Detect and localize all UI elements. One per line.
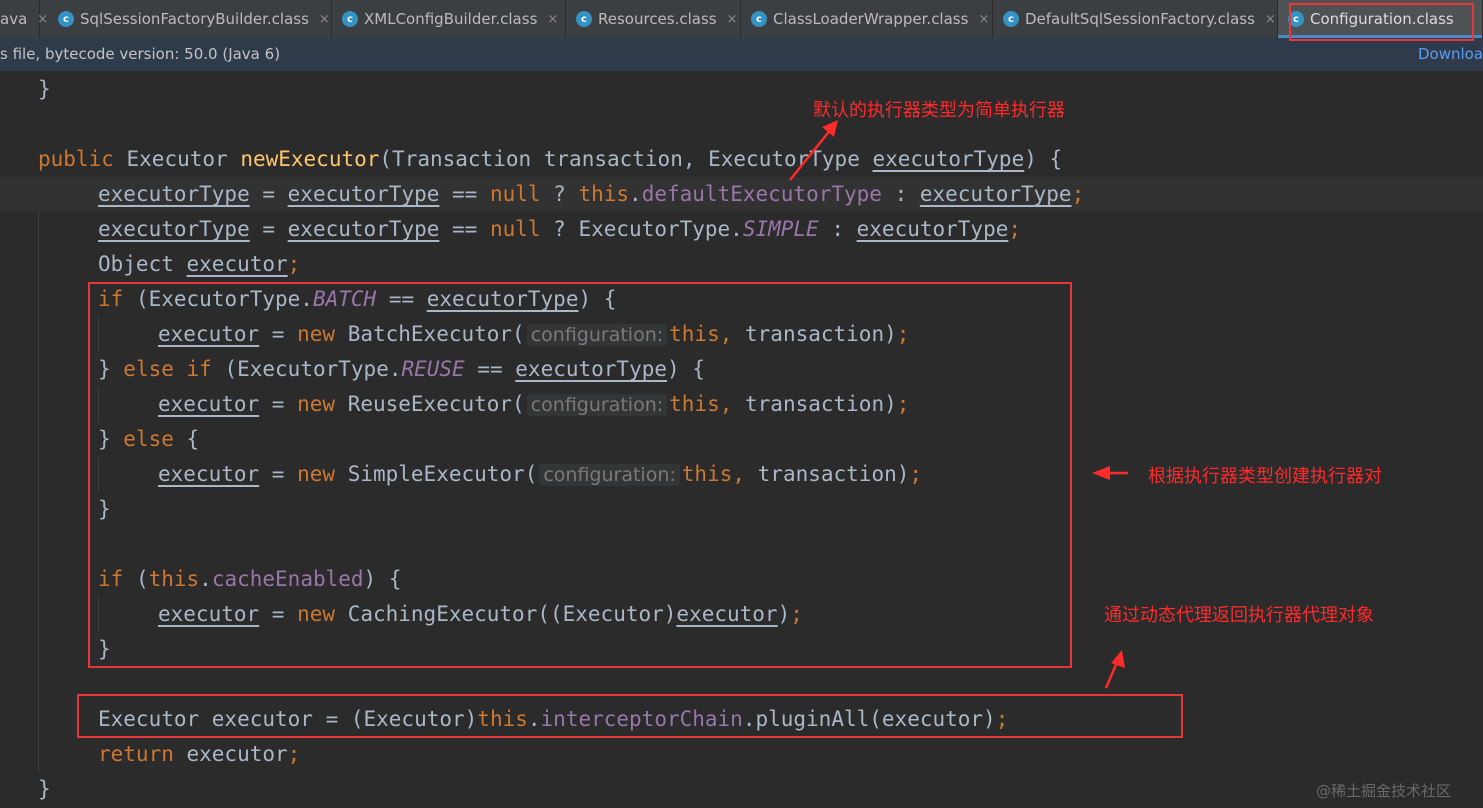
code-line: Object executor; — [98, 252, 301, 276]
tab-label: DefaultSqlSessionFactory.class — [1025, 10, 1255, 28]
class-file-icon: c — [1003, 11, 1019, 27]
tab-label: ClassLoaderWrapper.class — [773, 10, 969, 28]
executor-creation-highlight-box — [88, 282, 1072, 668]
tab-label: Resources.class — [598, 10, 717, 28]
tab-resources[interactable]: c Resources.class × — [566, 0, 741, 38]
watermark: @稀土掘金技术社区 — [1316, 782, 1452, 800]
code-line: public Executor newExecutor(Transaction … — [38, 147, 1063, 171]
tab-sqlsessionfactorybuilder[interactable]: c SqlSessionFactoryBuilder.class × — [48, 0, 332, 38]
arrow-head — [1111, 650, 1125, 668]
tab-defaultsqlsessionfactory[interactable]: c DefaultSqlSessionFactory.class × — [993, 0, 1278, 38]
close-icon[interactable]: × — [37, 12, 48, 27]
close-icon[interactable]: × — [727, 12, 738, 27]
decompiled-info-bar: s file, bytecode version: 50.0 (Java 6) … — [0, 38, 1483, 71]
plugin-all-highlight-box — [77, 694, 1183, 738]
annotation-dynamic-proxy: 通过动态代理返回执行器代理对象 — [1104, 605, 1374, 626]
tab-java-file[interactable]: ava × — [0, 0, 48, 38]
editor-tab-bar: ava × c SqlSessionFactoryBuilder.class ×… — [0, 0, 1483, 39]
arrow-head — [1092, 466, 1110, 480]
tab-label: SqlSessionFactoryBuilder.class — [80, 10, 309, 28]
class-file-icon: c — [751, 11, 767, 27]
code-line: executorType = executorType == null ? th… — [98, 182, 1085, 206]
tab-classloaderwrapper[interactable]: c ClassLoaderWrapper.class × — [741, 0, 993, 38]
annotation-default-executor: 默认的执行器类型为简单执行器 — [813, 100, 1065, 121]
bytecode-info-text: s file, bytecode version: 50.0 (Java 6) — [0, 45, 281, 63]
arrow-head — [822, 120, 838, 137]
tab-xmlconfigbuilder[interactable]: c XMLConfigBuilder.class × — [332, 0, 566, 38]
close-icon[interactable]: × — [319, 12, 330, 27]
close-icon[interactable]: × — [547, 12, 558, 27]
active-tab-highlight-box — [1289, 3, 1474, 41]
class-file-icon: c — [58, 11, 74, 27]
code-line: } — [38, 777, 51, 801]
tab-label: XMLConfigBuilder.class — [364, 10, 538, 28]
code-line: return executor; — [98, 742, 301, 766]
class-file-icon: c — [342, 11, 358, 27]
close-icon[interactable]: × — [1265, 12, 1276, 27]
annotation-create-executor: 根据执行器类型创建执行器对 — [1148, 466, 1382, 487]
tab-label: ava — [0, 10, 28, 28]
code-line: } — [38, 77, 51, 101]
code-line: executorType = executorType == null ? Ex… — [98, 217, 1022, 241]
indent-guide — [38, 212, 39, 772]
download-sources-link[interactable]: Downloa — [1418, 38, 1483, 71]
close-icon[interactable]: × — [978, 12, 989, 27]
class-file-icon: c — [576, 11, 592, 27]
arrow-to-plugin-box — [1104, 659, 1120, 689]
